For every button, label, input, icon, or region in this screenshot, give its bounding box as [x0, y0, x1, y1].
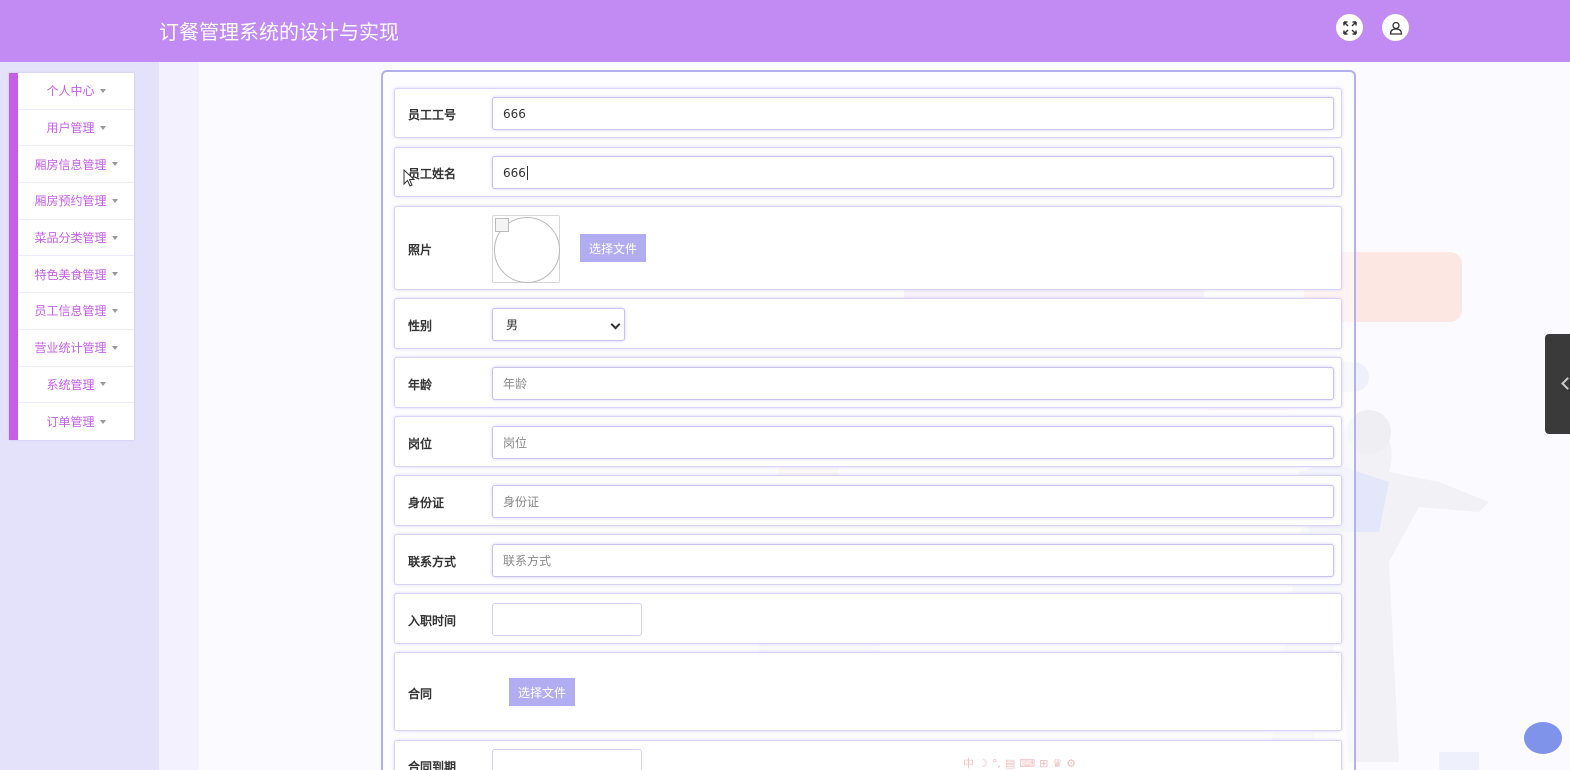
- contract-label: 合同: [408, 687, 433, 701]
- form-row-employee-name: 员工姓名 666: [394, 147, 1342, 197]
- sidebar-item-label: 订单管理: [46, 415, 95, 430]
- sidebar-item-employee-info[interactable]: 员工信息管理: [18, 293, 134, 330]
- caret-down-icon: [99, 125, 106, 130]
- contact-input[interactable]: 联系方式: [492, 544, 1334, 577]
- photo-label: 照片: [408, 243, 433, 257]
- employee-id-label: 员工工号: [408, 108, 457, 122]
- sidebar-item-system-management[interactable]: 系统管理: [18, 367, 134, 404]
- caret-down-icon: [111, 235, 118, 240]
- photo-preview: [492, 215, 560, 283]
- employee-name-value: 666: [503, 165, 526, 180]
- sidebar-item-label: 特色美食管理: [34, 267, 107, 282]
- sidebar-item-personal-center[interactable]: 个人中心: [18, 73, 134, 110]
- ime-item[interactable]: °,: [992, 757, 1001, 770]
- contract-choose-file-button[interactable]: 选择文件: [509, 678, 576, 706]
- contract-expiry-input[interactable]: [492, 749, 642, 770]
- gender-select[interactable]: 男: [492, 308, 625, 341]
- sidebar-item-label: 厢房信息管理: [34, 157, 107, 172]
- broken-image-icon: [495, 218, 509, 232]
- chevron-left-icon: [1561, 377, 1570, 390]
- sidebar-menu: 个人中心 用户管理 厢房信息管理 厢房预约管理 菜品分类管理 特色美食管理 员工…: [9, 73, 134, 440]
- id-card-label: 身份证: [408, 496, 445, 510]
- sidebar-item-room-info[interactable]: 厢房信息管理: [18, 146, 134, 184]
- side-panel-toggle[interactable]: [1545, 334, 1570, 434]
- hire-date-label: 入职时间: [408, 614, 457, 628]
- caret-down-icon: [111, 198, 118, 203]
- sidebar-item-dish-category[interactable]: 菜品分类管理: [18, 220, 134, 257]
- sidebar-item-label: 营业统计管理: [34, 341, 107, 356]
- hire-date-input[interactable]: [492, 603, 642, 636]
- caret-down-icon: [99, 419, 106, 424]
- sidebar-item-label: 系统管理: [46, 377, 95, 392]
- text-caret: [526, 165, 528, 180]
- mouse-cursor-icon: [403, 169, 415, 187]
- age-label: 年龄: [408, 378, 433, 392]
- contract-expiry-label: 合同到期: [408, 760, 457, 770]
- top-header: 订餐管理系统的设计与实现: [0, 0, 1570, 62]
- form-row-id-card: 身份证 身份证: [394, 475, 1342, 526]
- ime-item[interactable]: ♛: [1052, 757, 1062, 770]
- sidebar-item-user-management[interactable]: 用户管理: [18, 110, 134, 147]
- gender-selected-value: 男: [506, 318, 519, 332]
- ime-item[interactable]: ▤: [1005, 757, 1015, 770]
- ime-item[interactable]: ⌨: [1019, 757, 1035, 770]
- photo-choose-file-button[interactable]: 选择文件: [580, 234, 647, 262]
- sidebar-item-label: 个人中心: [46, 84, 95, 99]
- contact-label: 联系方式: [408, 555, 457, 569]
- form-row-gender: 性别 男: [394, 298, 1342, 349]
- form-row-hire-date: 入职时间: [394, 593, 1342, 644]
- expand-arrows-icon: [1342, 20, 1357, 35]
- sidebar-item-label: 员工信息管理: [34, 304, 107, 319]
- sidebar-item-room-booking[interactable]: 厢房预约管理: [18, 183, 134, 220]
- sidebar-item-label: 菜品分类管理: [34, 231, 107, 246]
- caret-down-icon: [99, 88, 106, 93]
- fullscreen-button[interactable]: [1336, 14, 1363, 41]
- ime-toolbar: 中 ☽ °, ▤ ⌨ ⊞ ♛ ⚙: [963, 756, 1133, 770]
- ime-item[interactable]: 中: [963, 755, 974, 770]
- ime-item[interactable]: ⚙: [1066, 757, 1076, 770]
- gender-label: 性别: [408, 319, 433, 333]
- employee-name-label: 员工姓名: [408, 167, 457, 181]
- sidebar-item-label: 用户管理: [46, 121, 95, 136]
- sidebar-item-order-management[interactable]: 订单管理: [18, 403, 134, 440]
- user-button[interactable]: [1382, 14, 1409, 41]
- id-card-input[interactable]: 身份证: [492, 485, 1334, 518]
- app-title: 订餐管理系统的设计与实现: [159, 20, 399, 44]
- ime-item[interactable]: ☽: [978, 757, 988, 770]
- form-row-employee-id: 员工工号 666: [394, 88, 1342, 138]
- employee-id-input[interactable]: 666: [492, 97, 1334, 130]
- ime-item[interactable]: ⊞: [1039, 757, 1048, 770]
- sidebar-item-label: 厢房预约管理: [34, 194, 107, 209]
- age-input[interactable]: 年龄: [492, 367, 1334, 400]
- caret-down-icon: [111, 308, 118, 313]
- caret-down-icon: [111, 162, 118, 167]
- chevron-down-icon: [610, 319, 621, 330]
- form-row-contact: 联系方式 联系方式: [394, 534, 1342, 585]
- caret-down-icon: [99, 382, 106, 387]
- form-row-position: 岗位 岗位: [394, 416, 1342, 467]
- caret-down-icon: [111, 345, 118, 350]
- sidebar-item-specialty-food[interactable]: 特色美食管理: [18, 256, 134, 294]
- form-row-age: 年龄 年龄: [394, 357, 1342, 408]
- sidebar-item-business-stats[interactable]: 营业统计管理: [18, 330, 134, 367]
- form-row-photo: 照片 选择文件: [394, 206, 1342, 290]
- form-row-contract: 合同 选择文件: [394, 652, 1342, 731]
- position-label: 岗位: [408, 437, 433, 451]
- user-icon: [1389, 21, 1402, 35]
- position-input[interactable]: 岗位: [492, 426, 1334, 459]
- employee-name-input[interactable]: 666: [492, 156, 1334, 189]
- chat-bubble-button[interactable]: [1524, 722, 1562, 754]
- form-row-contract-expiry: 合同到期: [394, 740, 1342, 770]
- caret-down-icon: [111, 272, 118, 277]
